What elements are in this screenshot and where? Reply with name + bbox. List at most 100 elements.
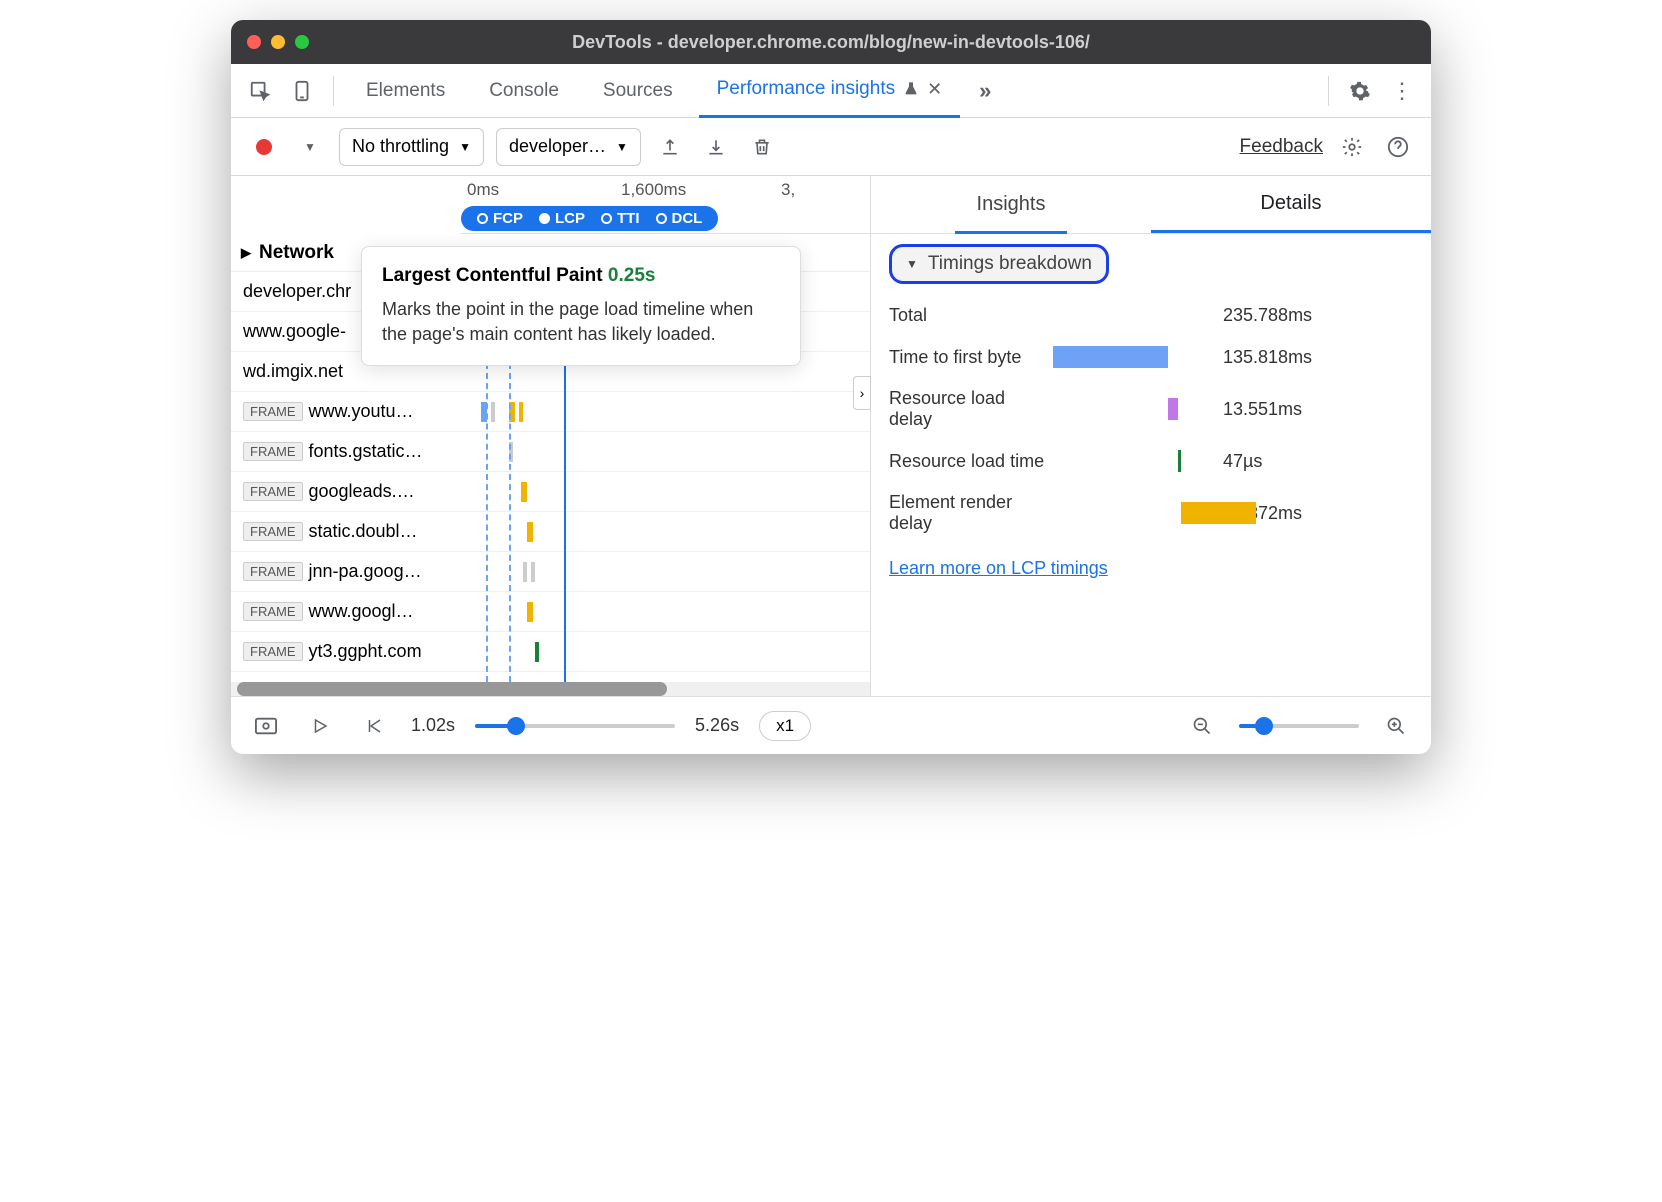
timing-row: Resource load time 47µs	[871, 440, 1431, 482]
more-tabs-icon[interactable]: »	[968, 74, 1002, 108]
marker-dcl: DCL	[672, 210, 703, 227]
frame-badge: FRAME	[243, 482, 303, 501]
screenshot-toggle-icon[interactable]	[249, 709, 283, 743]
rewind-icon[interactable]	[357, 709, 391, 743]
window-title: DevTools - developer.chrome.com/blog/new…	[572, 32, 1090, 53]
tab-sources[interactable]: Sources	[585, 64, 691, 118]
titlebar: DevTools - developer.chrome.com/blog/new…	[231, 20, 1431, 64]
devtools-tabbar: Elements Console Sources Performance ins…	[231, 64, 1431, 118]
timing-row: Element render delay86.372ms	[871, 482, 1431, 544]
horizontal-scrollbar[interactable]	[231, 682, 870, 696]
zoom-out-icon[interactable]	[1185, 709, 1219, 743]
tab-performance-insights[interactable]: Performance insights ✕	[699, 64, 961, 118]
timing-value: 13.551ms	[1223, 399, 1302, 420]
chevron-down-icon: ▼	[459, 140, 471, 154]
delete-icon[interactable]	[745, 130, 779, 164]
zoom-slider[interactable]	[1239, 724, 1359, 728]
tab-insights[interactable]: Insights	[871, 176, 1151, 233]
origin-value: developer…	[509, 136, 606, 157]
record-dropdown-icon[interactable]: ▼	[293, 130, 327, 164]
timing-bar	[1053, 346, 1211, 368]
close-tab-icon[interactable]: ✕	[927, 79, 942, 100]
tooltip-time: 0.25s	[608, 265, 656, 286]
flask-icon	[903, 81, 919, 97]
export-icon[interactable]	[653, 130, 687, 164]
timing-label: Total	[889, 305, 1053, 326]
timing-label: Resource load delay	[889, 388, 1053, 430]
ruler-tick: 3,	[781, 180, 795, 200]
timeline-panel: 0ms 1,600ms 3, FCP LCP TTI DCL ▶ Network…	[231, 176, 871, 696]
frame-badge: FRAME	[243, 642, 303, 661]
timing-value: 235.788ms	[1223, 305, 1312, 326]
gear-icon[interactable]	[1335, 130, 1369, 164]
timing-row: Total 235.788ms	[871, 294, 1431, 336]
marker-tti: TTI	[617, 210, 640, 227]
playback-speed[interactable]: x1	[759, 711, 811, 741]
section-title: Timings breakdown	[928, 253, 1092, 275]
minimize-window-button[interactable]	[271, 35, 285, 49]
total-time: 5.26s	[695, 715, 739, 736]
timings-breakdown-header[interactable]: ▼ Timings breakdown	[889, 244, 1109, 284]
details-panel: Insights Details ▼ Timings breakdown Tot…	[871, 176, 1431, 696]
timing-markers[interactable]: FCP LCP TTI DCL	[461, 206, 718, 231]
playback-footer: 1.02s 5.26s x1	[231, 696, 1431, 754]
timing-value: 135.818ms	[1223, 347, 1312, 368]
device-toggle-icon[interactable]	[285, 74, 319, 108]
kebab-menu-icon[interactable]: ⋮	[1385, 74, 1419, 108]
frame-badge: FRAME	[243, 562, 303, 581]
settings-icon[interactable]	[1343, 74, 1377, 108]
timing-label: Resource load time	[889, 451, 1053, 472]
timing-label: Time to first byte	[889, 347, 1053, 368]
ruler-tick: 1,600ms	[621, 180, 686, 200]
network-heading: Network	[259, 242, 334, 264]
network-row[interactable]: FRAMEwww.youtu…	[231, 392, 870, 432]
timing-bar	[1053, 502, 1211, 524]
help-icon[interactable]	[1381, 130, 1415, 164]
ruler-tick: 0ms	[467, 180, 499, 200]
marker-fcp: FCP	[493, 210, 523, 227]
origin-select[interactable]: developer… ▼	[496, 128, 641, 166]
tab-elements[interactable]: Elements	[348, 64, 463, 118]
frame-badge: FRAME	[243, 442, 303, 461]
tab-console[interactable]: Console	[471, 64, 577, 118]
tab-label: Performance insights	[717, 78, 895, 100]
disclosure-triangle-icon: ▶	[241, 245, 251, 261]
tooltip-body: Marks the point in the page load timelin…	[382, 297, 780, 347]
disclosure-triangle-icon: ▼	[906, 257, 918, 271]
timing-bar	[1053, 304, 1211, 326]
network-row[interactable]: FRAMEyt3.ggpht.com	[231, 632, 870, 672]
frame-badge: FRAME	[243, 522, 303, 541]
close-window-button[interactable]	[247, 35, 261, 49]
timing-label: Element render delay	[889, 492, 1053, 534]
tab-details[interactable]: Details	[1151, 176, 1431, 233]
throttle-select[interactable]: No throttling ▼	[339, 128, 484, 166]
inspect-element-icon[interactable]	[243, 74, 277, 108]
network-row[interactable]: FRAMEgoogleads.…	[231, 472, 870, 512]
network-row[interactable]: FRAMEfonts.gstatic…	[231, 432, 870, 472]
time-ruler[interactable]: 0ms 1,600ms 3, FCP LCP TTI DCL	[461, 176, 870, 234]
frame-badge: FRAME	[243, 602, 303, 621]
seek-slider[interactable]	[475, 724, 675, 728]
timing-row: Resource load delay 13.551ms	[871, 378, 1431, 440]
network-row[interactable]: FRAMEstatic.doubl…	[231, 512, 870, 552]
record-button[interactable]	[247, 130, 281, 164]
throttle-value: No throttling	[352, 136, 449, 157]
feedback-link[interactable]: Feedback	[1240, 136, 1323, 158]
learn-more-link[interactable]: Learn more on LCP timings	[889, 558, 1108, 578]
frame-badge: FRAME	[243, 402, 303, 421]
marker-lcp: LCP	[555, 210, 585, 227]
chevron-down-icon: ▼	[616, 140, 628, 154]
import-icon[interactable]	[699, 130, 733, 164]
maximize-window-button[interactable]	[295, 35, 309, 49]
timing-value: 47µs	[1223, 451, 1262, 472]
network-row[interactable]: FRAMEjnn-pa.goog…	[231, 552, 870, 592]
zoom-in-icon[interactable]	[1379, 709, 1413, 743]
lcp-tooltip: Largest Contentful Paint 0.25s Marks the…	[361, 246, 801, 366]
timing-row: Time to first byte 135.818ms	[871, 336, 1431, 378]
performance-toolbar: ▼ No throttling ▼ developer… ▼ Feedback	[231, 118, 1431, 176]
play-icon[interactable]	[303, 709, 337, 743]
current-time: 1.02s	[411, 715, 455, 736]
sidebar-expand-icon[interactable]: ›	[853, 376, 871, 410]
timing-bar	[1053, 398, 1211, 420]
network-row[interactable]: FRAMEwww.googl…	[231, 592, 870, 632]
